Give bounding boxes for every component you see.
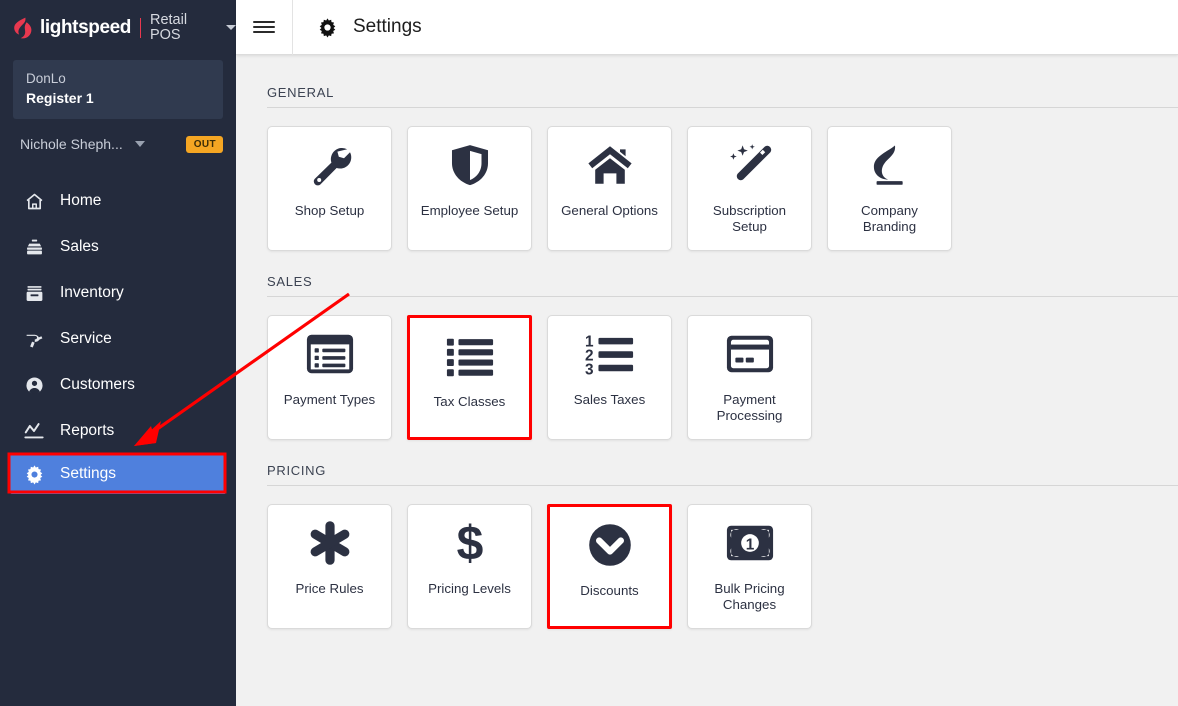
svg-text:1: 1 [745, 537, 754, 554]
asterisk-icon [268, 505, 391, 581]
sidebar: lightspeed Retail POS DonLo Register 1 N… [0, 0, 236, 706]
brand-divider [140, 17, 141, 38]
settings-card-bulk-pricing-changes[interactable]: 1 Bulk Pricing Changes [687, 504, 812, 629]
magic-wand-icon [688, 127, 811, 203]
settings-card-discounts[interactable]: Discounts [547, 504, 672, 629]
dollar-sign-icon: $ [408, 505, 531, 581]
shop-name: DonLo [26, 71, 66, 86]
sidebar-item-label: Inventory [60, 284, 124, 302]
hamburger-bar [253, 25, 275, 29]
card-label: Discounts [580, 583, 639, 598]
card-grid: Price Rules $ Pricing Levels Discounts 1… [267, 486, 1178, 652]
home-icon [22, 189, 46, 213]
gear-icon [317, 17, 338, 38]
status-badge[interactable]: OUT [185, 135, 223, 153]
brand-logo[interactable]: lightspeed Retail POS [0, 0, 236, 55]
card-label: Subscription Setup [712, 203, 787, 234]
card-label: Shop Setup [294, 203, 365, 218]
section-title: PRICING [267, 463, 327, 478]
bullet-list-icon [410, 318, 529, 394]
card-label: Payment Types [283, 392, 376, 407]
settings-card-subscription-setup[interactable]: Subscription Setup [687, 126, 812, 251]
page-header: Settings [293, 16, 422, 38]
numbered-list-icon: 1 2 3 [548, 316, 671, 392]
card-label: Sales Taxes [573, 392, 646, 407]
settings-card-pricing-levels[interactable]: $ Pricing Levels [407, 504, 532, 629]
section-pricing: PRICING Price Rules $ Pricing Levels Dis… [236, 463, 1178, 652]
cash-register-icon [22, 235, 46, 259]
user-circle-icon [22, 373, 46, 397]
settings-card-general-options[interactable]: General Options [547, 126, 672, 251]
list-card-icon [268, 316, 391, 392]
section-title: GENERAL [267, 85, 335, 100]
sidebar-item-label: Sales [60, 238, 99, 256]
svg-text:$: $ [456, 519, 483, 567]
card-label: Bulk Pricing Changes [714, 581, 785, 612]
gear-icon [22, 462, 46, 486]
card-label: Tax Classes [433, 394, 506, 409]
card-grid: Shop Setup Employee Setup General Option… [267, 108, 1178, 274]
settings-card-company-branding[interactable]: Company Branding [827, 126, 952, 251]
sidebar-item-reports[interactable]: Reports [0, 408, 236, 454]
card-grid: Payment Types Tax Classes 1 2 3 Sales Ta… [267, 297, 1178, 463]
shield-icon [408, 127, 531, 203]
wrench-icon [268, 127, 391, 203]
user-selector[interactable]: Nichole Sheph... OUT [0, 124, 236, 164]
page-title: Settings [353, 16, 422, 37]
svg-text:3: 3 [585, 361, 594, 376]
section-sales: SALES Payment Types Tax Classes 1 2 3 Sa… [236, 274, 1178, 463]
credit-card-icon [688, 316, 811, 392]
settings-card-employee-setup[interactable]: Employee Setup [407, 126, 532, 251]
main-area: Settings GENERAL Shop Setup Employee Set… [236, 0, 1178, 706]
inventory-box-icon [22, 281, 46, 305]
sidebar-item-sales[interactable]: Sales [0, 224, 236, 270]
settings-card-payment-processing[interactable]: Payment Processing [687, 315, 812, 440]
card-label: Company Branding [861, 203, 918, 234]
settings-card-shop-setup[interactable]: Shop Setup [267, 126, 392, 251]
sidebar-item-home[interactable]: Home [0, 178, 236, 224]
section-general: GENERAL Shop Setup Employee Setup Genera… [236, 85, 1178, 274]
sidebar-item-label: Settings [60, 465, 117, 483]
sidebar-item-label: Home [60, 192, 102, 210]
register-selector[interactable]: DonLo Register 1 [13, 60, 223, 119]
hamburger-bar [253, 30, 275, 33]
sidebar-item-customers[interactable]: Customers [0, 362, 236, 408]
money-bill-icon: 1 [688, 505, 811, 581]
chevron-down-icon[interactable] [134, 141, 145, 147]
sidebar-item-label: Customers [60, 376, 135, 394]
card-label: Employee Setup [420, 203, 519, 218]
lightspeed-flame-icon [14, 17, 32, 38]
home-icon [548, 127, 671, 203]
sidebar-item-inventory[interactable]: Inventory [0, 270, 236, 316]
register-name: Register 1 [26, 90, 94, 106]
flame-icon [828, 127, 951, 203]
section-title: SALES [267, 274, 313, 289]
brand-product-name: Retail POS [149, 12, 188, 43]
sidebar-item-settings[interactable]: Settings [10, 454, 226, 494]
card-label: General Options [561, 203, 658, 218]
settings-card-payment-types[interactable]: Payment Types [267, 315, 392, 440]
chevron-down-icon[interactable] [226, 25, 236, 30]
user-name: Nichole Sheph... [20, 136, 123, 152]
chart-line-icon [22, 419, 46, 443]
card-label: Price Rules [295, 581, 364, 596]
settings-card-sales-taxes[interactable]: 1 2 3 Sales Taxes [547, 315, 672, 440]
hamburger-bar [253, 21, 275, 24]
settings-card-tax-classes[interactable]: Tax Classes [407, 315, 532, 440]
top-bar: Settings [236, 0, 1178, 55]
sidebar-item-label: Reports [60, 422, 115, 440]
settings-card-price-rules[interactable]: Price Rules [267, 504, 392, 629]
card-label: Pricing Levels [428, 581, 511, 596]
hammer-icon [22, 327, 46, 351]
settings-content: GENERAL Shop Setup Employee Setup Genera… [236, 55, 1178, 706]
chevron-circle-down-icon [550, 507, 669, 583]
hamburger-icon[interactable] [236, 0, 293, 55]
sidebar-nav: Home Sales Inventory Service Customers R… [0, 178, 236, 494]
sidebar-item-label: Service [60, 330, 112, 348]
card-label: Payment Processing [716, 392, 783, 423]
brand-wordmark: lightspeed [40, 17, 132, 38]
sidebar-item-service[interactable]: Service [0, 316, 236, 362]
